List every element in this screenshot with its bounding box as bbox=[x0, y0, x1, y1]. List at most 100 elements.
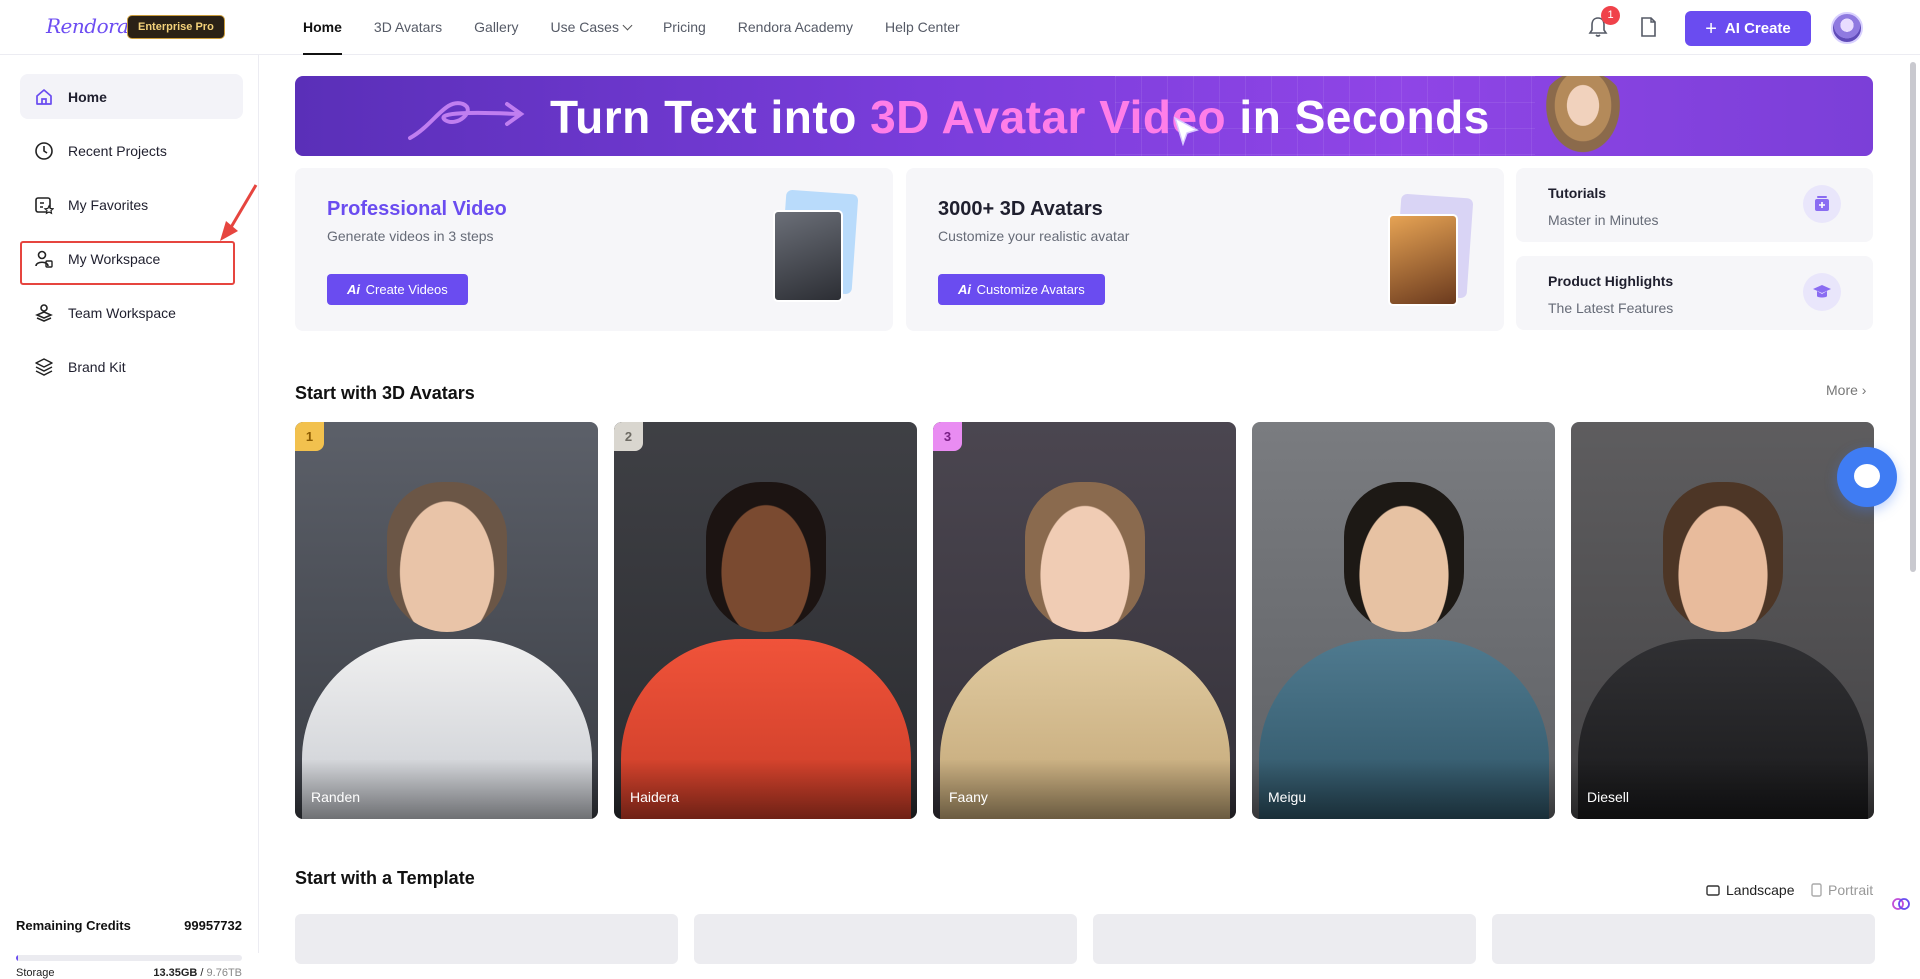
3d-avatars-card[interactable]: 3000+ 3D Avatars Customize your realisti… bbox=[906, 168, 1504, 331]
portrait-label: Portrait bbox=[1828, 882, 1874, 898]
rank-badge: 2 bbox=[614, 422, 643, 451]
avatar-head bbox=[1662, 482, 1783, 632]
home-icon bbox=[36, 88, 52, 105]
avatar-head bbox=[705, 482, 826, 632]
layers-icon bbox=[35, 357, 53, 376]
banner-text-after: in Seconds bbox=[1226, 91, 1490, 143]
sidebar-item-label: My Favorites bbox=[68, 196, 149, 213]
nav-3d-avatars[interactable]: 3D Avatars bbox=[374, 0, 442, 55]
avatar-name: Diesell bbox=[1587, 789, 1630, 805]
landscape-icon bbox=[1706, 884, 1720, 896]
avatar-card-haidera[interactable]: 2 Haidera bbox=[614, 422, 917, 819]
nav-use-cases[interactable]: Use Cases bbox=[550, 0, 633, 55]
storage-value: 13.35GB / 9.76TB bbox=[153, 967, 242, 979]
tutorials-icon bbox=[1803, 185, 1841, 223]
rendora-logo[interactable]: Rendora bbox=[46, 14, 129, 38]
professional-video-subtitle: Generate videos in 3 steps bbox=[327, 228, 494, 244]
nav-pricing[interactable]: Pricing bbox=[663, 0, 706, 55]
plan-badge: Enterprise Pro bbox=[127, 15, 225, 39]
3d-avatars-title: 3000+ 3D Avatars bbox=[938, 198, 1103, 220]
graduation-cap-icon bbox=[1813, 285, 1831, 298]
avatar-name: Haidera bbox=[630, 789, 680, 805]
product-highlights-card[interactable]: Product Highlights The Latest Features bbox=[1516, 256, 1873, 330]
banner-avatar-image bbox=[1540, 76, 1626, 156]
nav-gallery[interactable]: Gallery bbox=[474, 0, 518, 55]
tutorials-subtitle: Master in Minutes bbox=[1548, 212, 1659, 228]
brain-icon[interactable] bbox=[1892, 895, 1910, 913]
professional-video-card[interactable]: Professional Video Generate videos in 3 … bbox=[295, 168, 893, 331]
chat-support-button[interactable] bbox=[1837, 447, 1897, 507]
sidebar-item-my-favorites[interactable]: My Favorites bbox=[20, 182, 243, 227]
storage-progress-bar bbox=[16, 955, 242, 961]
credits-label: Remaining Credits bbox=[16, 918, 131, 933]
portrait-toggle[interactable]: Portrait bbox=[1811, 882, 1873, 898]
nav-use-cases-label: Use Cases bbox=[550, 19, 619, 35]
sidebar-item-recent-projects[interactable]: Recent Projects bbox=[20, 128, 243, 173]
user-avatar[interactable] bbox=[1831, 12, 1863, 44]
avatar-name: Randen bbox=[311, 789, 361, 805]
professional-video-title: Professional Video bbox=[327, 198, 507, 220]
product-highlights-title: Product Highlights bbox=[1548, 273, 1674, 289]
banner-headline: Turn Text into 3D Avatar Video in Second… bbox=[550, 90, 1490, 144]
nav-rendora-academy[interactable]: Rendora Academy bbox=[738, 0, 853, 55]
avatars-section-title: Start with 3D Avatars bbox=[295, 383, 475, 403]
template-card[interactable] bbox=[1492, 914, 1875, 964]
avatar-name: Faany bbox=[949, 789, 988, 805]
product-highlights-subtitle: The Latest Features bbox=[1548, 300, 1674, 316]
thumbnail-front bbox=[773, 210, 843, 302]
portrait-icon bbox=[1811, 883, 1822, 897]
avatar-head bbox=[1343, 482, 1464, 632]
sidebar-item-label: Team Workspace bbox=[68, 304, 176, 321]
landscape-label: Landscape bbox=[1726, 882, 1795, 898]
more-link[interactable]: More › bbox=[1826, 382, 1866, 398]
sidebar-item-brand-kit[interactable]: Brand Kit bbox=[20, 344, 243, 389]
cursor-icon bbox=[1173, 116, 1199, 146]
avatar-card-faany[interactable]: 3 Faany bbox=[933, 422, 1236, 819]
3d-avatars-thumbnail bbox=[1388, 193, 1474, 314]
credits-row: Remaining Credits 99957732 bbox=[16, 918, 242, 933]
sidebar-item-team-workspace[interactable]: Team Workspace bbox=[20, 290, 243, 335]
document-icon[interactable] bbox=[1640, 17, 1657, 37]
hero-banner[interactable]: Turn Text into 3D Avatar Video in Second… bbox=[295, 76, 1873, 156]
annotation-highlight-box bbox=[20, 241, 235, 285]
rank-badge: 3 bbox=[933, 422, 962, 451]
ai-prefix: Ai bbox=[347, 282, 360, 297]
customize-avatars-button[interactable]: Ai Customize Avatars bbox=[938, 274, 1105, 305]
notification-count-badge: 1 bbox=[1601, 6, 1620, 25]
avatar-card-diesell[interactable]: Diesell bbox=[1571, 422, 1874, 819]
sidebar-item-label: Brand Kit bbox=[68, 358, 126, 375]
ai-create-button[interactable]: + AI Create bbox=[1685, 11, 1811, 46]
tutorials-card[interactable]: Tutorials Master in Minutes bbox=[1516, 168, 1873, 242]
avatar-card-meigu[interactable]: Meigu bbox=[1252, 422, 1555, 819]
chevron-right-icon: › bbox=[1861, 382, 1867, 398]
landscape-toggle[interactable]: Landscape bbox=[1706, 882, 1795, 898]
clock-icon bbox=[35, 141, 53, 160]
template-card[interactable] bbox=[694, 914, 1077, 964]
avatar-card-randen[interactable]: 1 Randen bbox=[295, 422, 598, 819]
template-card[interactable] bbox=[295, 914, 678, 964]
storage-label: Storage bbox=[16, 967, 55, 979]
favorites-icon bbox=[35, 196, 54, 214]
more-link-label: More bbox=[1826, 382, 1858, 398]
avatar-head bbox=[1024, 482, 1145, 632]
template-section-title: Start with a Template bbox=[295, 868, 475, 888]
create-videos-button[interactable]: Ai Create Videos bbox=[327, 274, 468, 305]
swoosh-arrow-icon bbox=[408, 101, 525, 140]
create-videos-label: Create Videos bbox=[365, 282, 448, 297]
annotation-arrow-icon bbox=[220, 184, 258, 241]
avatar-name: Meigu bbox=[1268, 789, 1307, 805]
credits-panel: Remaining Credits 99957732 Storage 13.35… bbox=[16, 918, 242, 979]
storage-separator: / bbox=[197, 967, 207, 979]
team-icon bbox=[35, 303, 53, 322]
sidebar-item-home[interactable]: Home bbox=[20, 74, 243, 119]
page-scrollbar[interactable] bbox=[1910, 62, 1916, 572]
sidebar-item-label: Recent Projects bbox=[68, 142, 167, 159]
banner-text-before: Turn Text into bbox=[550, 91, 871, 143]
nav-home[interactable]: Home bbox=[303, 0, 342, 55]
plus-icon: + bbox=[1705, 17, 1717, 40]
main-nav: Home 3D Avatars Gallery Use Cases Pricin… bbox=[303, 0, 960, 55]
template-card[interactable] bbox=[1093, 914, 1476, 964]
3d-avatars-subtitle: Customize your realistic avatar bbox=[938, 228, 1130, 244]
storage-total: 9.76TB bbox=[206, 967, 242, 979]
nav-help-center[interactable]: Help Center bbox=[885, 0, 960, 55]
